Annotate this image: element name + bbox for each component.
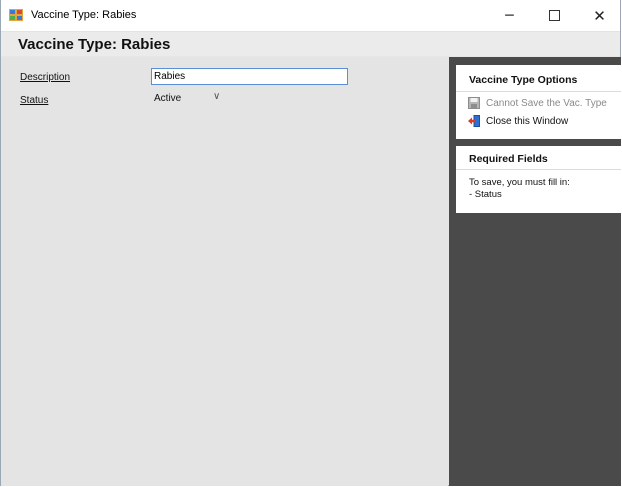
options-panel-divider [456, 91, 621, 92]
required-fields-divider [456, 169, 621, 170]
form-area: Description Status Active ∨ [1, 57, 448, 486]
description-input[interactable] [151, 68, 348, 85]
close-icon: ✕ [593, 6, 606, 25]
page-title: Vaccine Type: Rabies [18, 36, 171, 53]
chevron-down-icon: ∨ [213, 91, 221, 102]
options-panel-title: Vaccine Type Options [469, 74, 578, 86]
exit-door-icon [468, 115, 480, 127]
status-select[interactable]: Active ∨ [151, 90, 226, 107]
close-window-label: Close this Window [486, 116, 569, 127]
required-fields-title: Required Fields [469, 153, 548, 165]
floppy-disk-icon [468, 97, 480, 109]
save-vaccine-type-label: Cannot Save the Vac. Type [486, 98, 607, 109]
minimize-icon: ─ [505, 7, 514, 24]
required-fields-panel: Required Fields To save, you must fill i… [456, 146, 621, 213]
required-fields-intro: To save, you must fill in: [469, 177, 570, 188]
options-panel: Vaccine Type Options Cannot Save the Vac… [456, 65, 621, 139]
header-band: Vaccine Type: Rabies [1, 32, 620, 56]
maximize-button[interactable] [532, 0, 577, 31]
app-window: Vaccine Type: Rabies ─ ✕ Vaccine Type: R… [0, 0, 621, 486]
description-label: Description [20, 72, 71, 83]
status-select-value: Active [154, 93, 182, 104]
window-title: Vaccine Type: Rabies [31, 9, 137, 21]
required-field-item: - Status [469, 189, 502, 200]
status-label: Status [20, 95, 49, 106]
right-sidebar: Vaccine Type Options Cannot Save the Vac… [449, 57, 621, 486]
title-bar[interactable]: Vaccine Type: Rabies ─ ✕ [1, 0, 620, 32]
close-button[interactable]: ✕ [577, 0, 622, 31]
maximize-icon [549, 10, 560, 21]
minimize-button[interactable]: ─ [487, 0, 532, 31]
app-icon [9, 9, 23, 21]
